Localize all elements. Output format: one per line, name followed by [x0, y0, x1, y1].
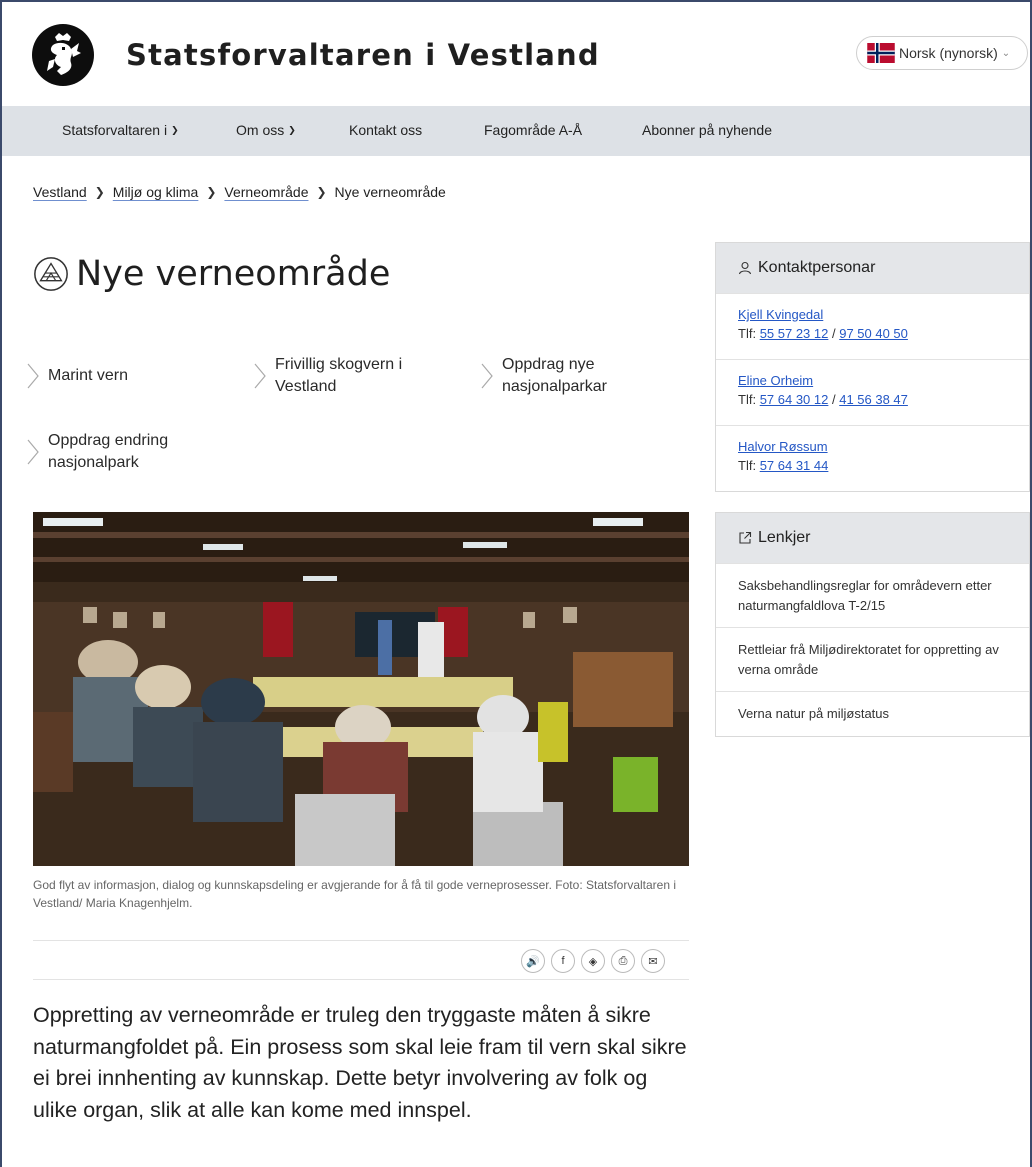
phone-link[interactable]: 57 64 31 44 [760, 458, 829, 473]
chevron-right-icon: ❯ [316, 185, 327, 199]
language-label: Norsk (nynorsk) [899, 45, 998, 61]
page-heading: Nye verneområde [32, 254, 390, 294]
quick-link-frivillig-skogvern[interactable]: Frivillig skogvern i Vestland [253, 354, 453, 397]
nav-item-fagomrade[interactable]: Fagområde A-Å [484, 122, 582, 138]
links-box: Lenkjer Saksbehandlingsreglar for område… [715, 512, 1030, 737]
phone-link[interactable]: 57 64 30 12 [760, 392, 829, 407]
share-bar: 🔊 f ◈ ⎙ ✉ [33, 940, 689, 980]
chevron-down-icon: ⌄ [1001, 47, 1011, 59]
lion-icon [47, 33, 81, 75]
twitter-icon[interactable]: ◈ [581, 949, 605, 973]
external-link-icon [739, 531, 752, 544]
nav-item-om-oss[interactable]: Om oss ❯ [236, 122, 296, 138]
protected-area-icon [34, 257, 68, 291]
contact-name-link[interactable]: Kjell Kvingedal [738, 307, 823, 322]
related-link[interactable]: Verna natur på miljøstatus [716, 691, 1029, 736]
breadcrumb-current: Nye verneområde [334, 184, 446, 200]
chevron-right-icon [481, 363, 493, 388]
quick-link-marint-vern[interactable]: Marint vern [26, 362, 226, 390]
contact-box: Kontaktpersonar Kjell Kvingedal Tlf: 55 … [715, 242, 1030, 492]
chevron-right-icon: ❯ [206, 185, 217, 199]
nav-item-statsforvaltaren[interactable]: Statsforvaltaren i ❯ [62, 122, 179, 138]
site-title[interactable]: Statsforvaltaren i Vestland [126, 38, 600, 72]
quick-link-nye-nasjonalparkar[interactable]: Oppdrag nye nasjonalparkar [480, 354, 680, 397]
related-link[interactable]: Saksbehandlingsreglar for områdevern ett… [716, 563, 1029, 627]
chevron-right-icon [254, 363, 266, 388]
listen-icon[interactable]: 🔊 [521, 949, 545, 973]
image-caption: God flyt av informasjon, dialog og kunns… [33, 878, 677, 910]
contact-name-link[interactable]: Halvor Røssum [738, 439, 828, 454]
print-icon[interactable]: ⎙ [611, 949, 635, 973]
lead-paragraph: Oppretting av verneområde er truleg den … [33, 1003, 687, 1122]
chevron-right-icon: ❯ [94, 185, 105, 199]
site-header: Statsforvaltaren i Vestland Norsk (nynor… [2, 2, 1030, 106]
nav-item-kontakt-oss[interactable]: Kontakt oss [349, 122, 422, 138]
nav-item-abonner[interactable]: Abonner på nyhende [642, 122, 772, 138]
contact-name-link[interactable]: Eline Orheim [738, 373, 813, 388]
phone-link[interactable]: 97 50 40 50 [839, 326, 908, 341]
quick-link-endring-nasjonalpark[interactable]: Oppdrag endring nasjonalpark [26, 430, 226, 473]
page-frame: Statsforvaltaren i Vestland Norsk (nynor… [0, 0, 1032, 1167]
email-icon[interactable]: ✉ [641, 949, 665, 973]
breadcrumb-link-vestland[interactable]: Vestland [33, 184, 87, 200]
language-selector[interactable]: Norsk (nynorsk) ⌄ [856, 36, 1028, 70]
phone-link[interactable]: 41 56 38 47 [839, 392, 908, 407]
chevron-right-icon [27, 363, 39, 389]
main-nav: Statsforvaltaren i ❯ Om oss ❯ Kontakt os… [2, 106, 1030, 156]
contact-box-header: Kontaktpersonar [716, 243, 1029, 293]
meeting-photo [33, 512, 689, 866]
links-box-header: Lenkjer [716, 513, 1029, 563]
breadcrumb-link-verneomrade[interactable]: Verneområde [224, 184, 308, 200]
related-link[interactable]: Rettleiar frå Miljødirektoratet for oppr… [716, 627, 1029, 691]
contact-item: Halvor Røssum Tlf: 57 64 31 44 [716, 425, 1029, 491]
breadcrumb-link-miljo[interactable]: Miljø og klima [113, 184, 199, 200]
contact-item: Eline Orheim Tlf: 57 64 30 12 / 41 56 38… [716, 359, 1029, 425]
person-icon [738, 261, 752, 275]
chevron-down-icon: ❯ [288, 124, 296, 135]
facebook-icon[interactable]: f [551, 949, 575, 973]
page-title: Nye verneområde [76, 254, 391, 294]
contact-item: Kjell Kvingedal Tlf: 55 57 23 12 / 97 50… [716, 293, 1029, 359]
breadcrumb: Vestland ❯ Miljø og klima ❯ Verneområde … [33, 184, 446, 200]
coat-of-arms-logo[interactable] [32, 24, 94, 86]
chevron-right-icon [27, 439, 39, 464]
chevron-down-icon: ❯ [171, 124, 179, 135]
norway-flag-icon [867, 43, 895, 63]
phone-link[interactable]: 55 57 23 12 [760, 326, 829, 341]
